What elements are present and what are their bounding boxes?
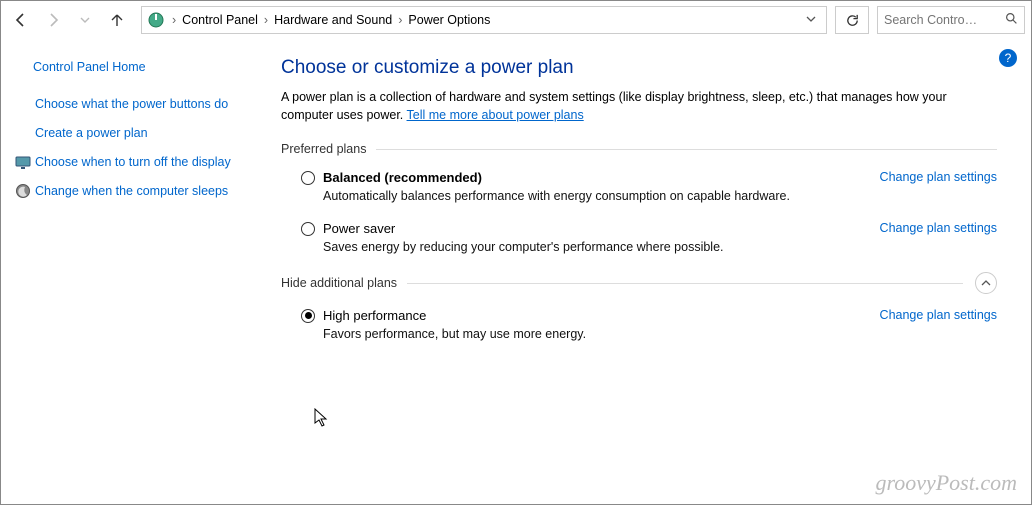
change-plan-settings-link[interactable]: Change plan settings <box>880 308 997 322</box>
back-button[interactable] <box>7 6 35 34</box>
breadcrumb-item[interactable]: Power Options <box>404 13 494 27</box>
section-label: Preferred plans <box>281 142 366 156</box>
plan-desc: Automatically balances performance with … <box>323 189 997 203</box>
breadcrumb-item[interactable]: Hardware and Sound <box>270 13 396 27</box>
sleep-icon <box>15 183 31 199</box>
chevron-right-icon: › <box>396 13 404 27</box>
plan-name[interactable]: High performance <box>323 308 426 323</box>
forward-button[interactable] <box>39 6 67 34</box>
breadcrumb-bar[interactable]: › Control Panel › Hardware and Sound › P… <box>141 6 827 34</box>
section-preferred-plans: Preferred plans <box>281 142 997 156</box>
plan-name[interactable]: Balanced (recommended) <box>323 170 482 185</box>
intro-desc: A power plan is a collection of hardware… <box>281 90 947 122</box>
chevron-right-icon: › <box>170 13 178 27</box>
sidebar-link-create-plan[interactable]: Create a power plan <box>35 125 148 142</box>
radio-high-performance[interactable] <box>301 309 315 323</box>
refresh-button[interactable] <box>835 6 869 34</box>
plan-desc: Favors performance, but may use more ene… <box>323 327 997 341</box>
power-options-icon <box>146 10 166 30</box>
collapse-button[interactable] <box>975 272 997 294</box>
display-icon <box>15 154 31 170</box>
content-area: Choose or customize a power plan A power… <box>257 39 1031 504</box>
divider <box>376 149 997 150</box>
plan-power-saver: Power saver Change plan settings Saves e… <box>301 221 997 254</box>
recent-locations-button[interactable] <box>71 6 99 34</box>
plan-desc: Saves energy by reducing your computer's… <box>323 240 997 254</box>
section-label: Hide additional plans <box>281 276 397 290</box>
intro-text: A power plan is a collection of hardware… <box>281 89 997 124</box>
plan-balanced: Balanced (recommended) Change plan setti… <box>301 170 997 203</box>
breadcrumb-dropdown[interactable] <box>800 13 822 27</box>
search-box[interactable] <box>877 6 1025 34</box>
radio-balanced[interactable] <box>301 171 315 185</box>
control-panel-home-link[interactable]: Control Panel Home <box>15 59 247 76</box>
sidebar-link-computer-sleeps[interactable]: Change when the computer sleeps <box>35 183 228 200</box>
address-bar: › Control Panel › Hardware and Sound › P… <box>1 1 1031 39</box>
sidebar: Control Panel Home Choose what the power… <box>1 39 257 504</box>
search-icon[interactable] <box>1005 12 1018 28</box>
plan-high-performance: High performance Change plan settings Fa… <box>301 308 997 341</box>
change-plan-settings-link[interactable]: Change plan settings <box>880 221 997 235</box>
divider <box>407 283 963 284</box>
plan-name[interactable]: Power saver <box>323 221 395 236</box>
change-plan-settings-link[interactable]: Change plan settings <box>880 170 997 184</box>
sidebar-link-power-buttons[interactable]: Choose what the power buttons do <box>35 96 228 113</box>
page-title: Choose or customize a power plan <box>281 57 997 79</box>
main-region: Control Panel Home Choose what the power… <box>1 39 1031 504</box>
breadcrumb-item[interactable]: Control Panel <box>178 13 262 27</box>
sidebar-link-turn-off-display[interactable]: Choose when to turn off the display <box>35 154 231 171</box>
up-button[interactable] <box>103 6 131 34</box>
learn-more-link[interactable]: Tell me more about power plans <box>407 108 584 122</box>
chevron-right-icon: › <box>262 13 270 27</box>
section-additional-plans[interactable]: Hide additional plans <box>281 272 997 294</box>
radio-power-saver[interactable] <box>301 222 315 236</box>
search-input[interactable] <box>884 13 1001 27</box>
